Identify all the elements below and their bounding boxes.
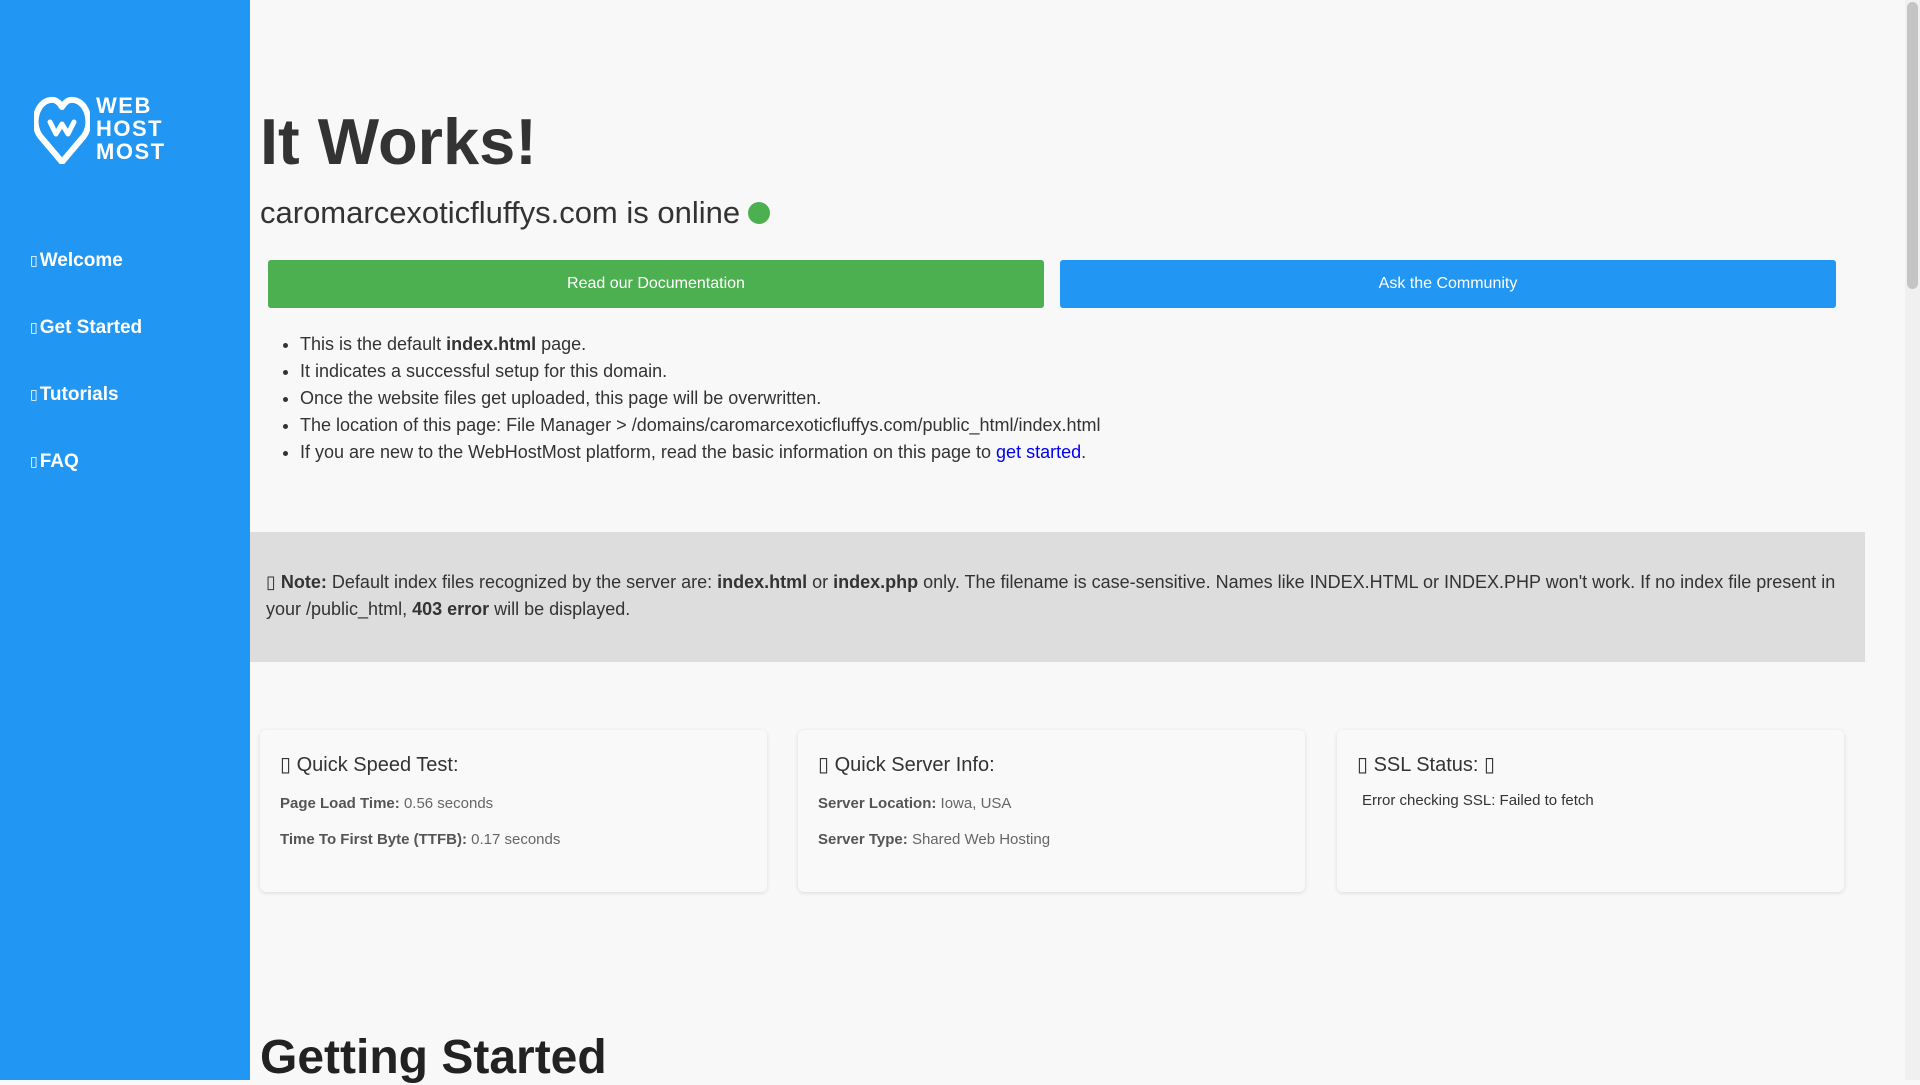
read-documentation-button[interactable]: Read our Documentation	[268, 260, 1044, 308]
info-text: If you are new to the WebHostMost platfo…	[300, 442, 997, 462]
list-item: Once the website files get uploaded, thi…	[300, 385, 1101, 412]
list-item: It indicates a successful setup for this…	[300, 358, 1101, 385]
ttfb: Time To First Byte (TTFB): 0.17 seconds	[280, 831, 747, 848]
sidebar-item-label: FAQ	[39, 451, 79, 472]
online-status-text: caromarcexoticfluffys.com is online	[260, 195, 741, 230]
row-value: Iowa, USA	[940, 795, 1012, 812]
scrollbar-thumb[interactable]	[1907, 2, 1918, 289]
list-item: The location of this page: File Manager …	[300, 412, 1101, 439]
webhostmost-logo[interactable]: WEB HOST MOST	[34, 92, 166, 164]
row-label: Server Location:	[818, 795, 937, 812]
speedometer-icon: ▯	[280, 752, 292, 776]
sidebar-item-welcome[interactable]: ▯ Welcome	[30, 250, 123, 272]
row-label: Page Load Time:	[280, 795, 400, 812]
main-content: It Works! caromarcexoticfluffys.com is o…	[250, 0, 1905, 1084]
card-title: ▯ SSL Status: ▯	[1357, 752, 1824, 777]
note-text: Default index files recognized by the se…	[326, 572, 718, 592]
note-bold: 403 error	[412, 599, 490, 619]
note-text: will be displayed.	[489, 599, 631, 619]
ssl-status-card: ▯ SSL Status: ▯ Error checking SSL: Fail…	[1337, 730, 1844, 892]
getting-started-heading: Getting Started	[260, 1031, 607, 1084]
info-list: This is the default index.html page. It …	[250, 331, 1101, 466]
book-icon: ▯	[30, 387, 38, 403]
vertical-scrollbar[interactable]	[1905, 0, 1920, 1080]
server-info-card: ▯ Quick Server Info: Server Location: Io…	[798, 730, 1305, 892]
card-title-text: SSL Status:	[1373, 754, 1479, 776]
info-text: .	[1081, 442, 1087, 462]
card-title-text: Quick Server Info:	[834, 754, 995, 776]
row-value: 0.17 seconds	[471, 831, 561, 848]
lock-icon: ▯	[1357, 752, 1369, 776]
info-text: This is the default	[300, 334, 447, 354]
speed-test-card: ▯ Quick Speed Test: Page Load Time: 0.56…	[260, 730, 767, 892]
server-type: Server Type: Shared Web Hosting	[818, 831, 1285, 848]
page-load-time: Page Load Time: 0.56 seconds	[280, 795, 747, 812]
row-label: Time To First Byte (TTFB):	[280, 831, 467, 848]
note-text: or	[807, 572, 834, 592]
ask-community-button[interactable]: Ask the Community	[1060, 260, 1836, 308]
sidebar-item-get-started[interactable]: ▯ Get Started	[30, 317, 142, 339]
sidebar-item-tutorials[interactable]: ▯ Tutorials	[30, 384, 119, 406]
card-title: ▯ Quick Server Info:	[818, 752, 1285, 777]
note-box: ▯ Note: Default index files recognized b…	[250, 532, 1865, 662]
question-icon: ▯	[30, 454, 38, 470]
row-value: 0.56 seconds	[403, 795, 494, 812]
ssl-error-message: Error checking SSL: Failed to fetch	[1362, 792, 1594, 809]
row-value: Shared Web Hosting	[911, 831, 1051, 848]
note-bold: index.html	[717, 572, 808, 592]
page-title: It Works!	[260, 105, 537, 178]
logo-wordmark: WEB HOST MOST	[96, 94, 166, 163]
server-icon: ▯	[818, 752, 830, 776]
online-indicator-dot	[748, 202, 771, 224]
get-started-link[interactable]: get started	[996, 442, 1081, 462]
sidebar-item-label: Get Started	[39, 317, 143, 338]
rocket-icon: ▯	[30, 320, 38, 336]
sidebar-item-label: Welcome	[39, 250, 123, 271]
logo-line-most: MOST	[96, 138, 166, 164]
info-text: page.	[536, 334, 587, 354]
note-label: Note:	[280, 572, 327, 592]
status-icon: ▯	[1484, 752, 1496, 776]
sidebar: WEB HOST MOST ▯ Welcome ▯ Get Started ▯ …	[0, 0, 250, 1080]
card-title: ▯ Quick Speed Test:	[280, 752, 747, 777]
logo-line-host: HOST	[96, 115, 164, 141]
note-bold: index.php	[833, 572, 919, 592]
sidebar-item-label: Tutorials	[39, 384, 119, 405]
sidebar-item-faq[interactable]: ▯ FAQ	[30, 451, 79, 473]
info-bold: index.html	[446, 334, 537, 354]
online-status: caromarcexoticfluffys.com is online	[260, 195, 771, 231]
list-item: This is the default index.html page.	[300, 331, 1101, 358]
logo-line-web: WEB	[96, 92, 152, 118]
home-icon: ▯	[30, 253, 38, 269]
info-icon: ▯	[266, 572, 276, 593]
card-title-text: Quick Speed Test:	[296, 754, 459, 776]
list-item: If you are new to the WebHostMost platfo…	[300, 439, 1101, 466]
row-label: Server Type:	[818, 831, 908, 848]
logo-heart-icon	[34, 92, 90, 164]
server-location: Server Location: Iowa, USA	[818, 795, 1285, 812]
